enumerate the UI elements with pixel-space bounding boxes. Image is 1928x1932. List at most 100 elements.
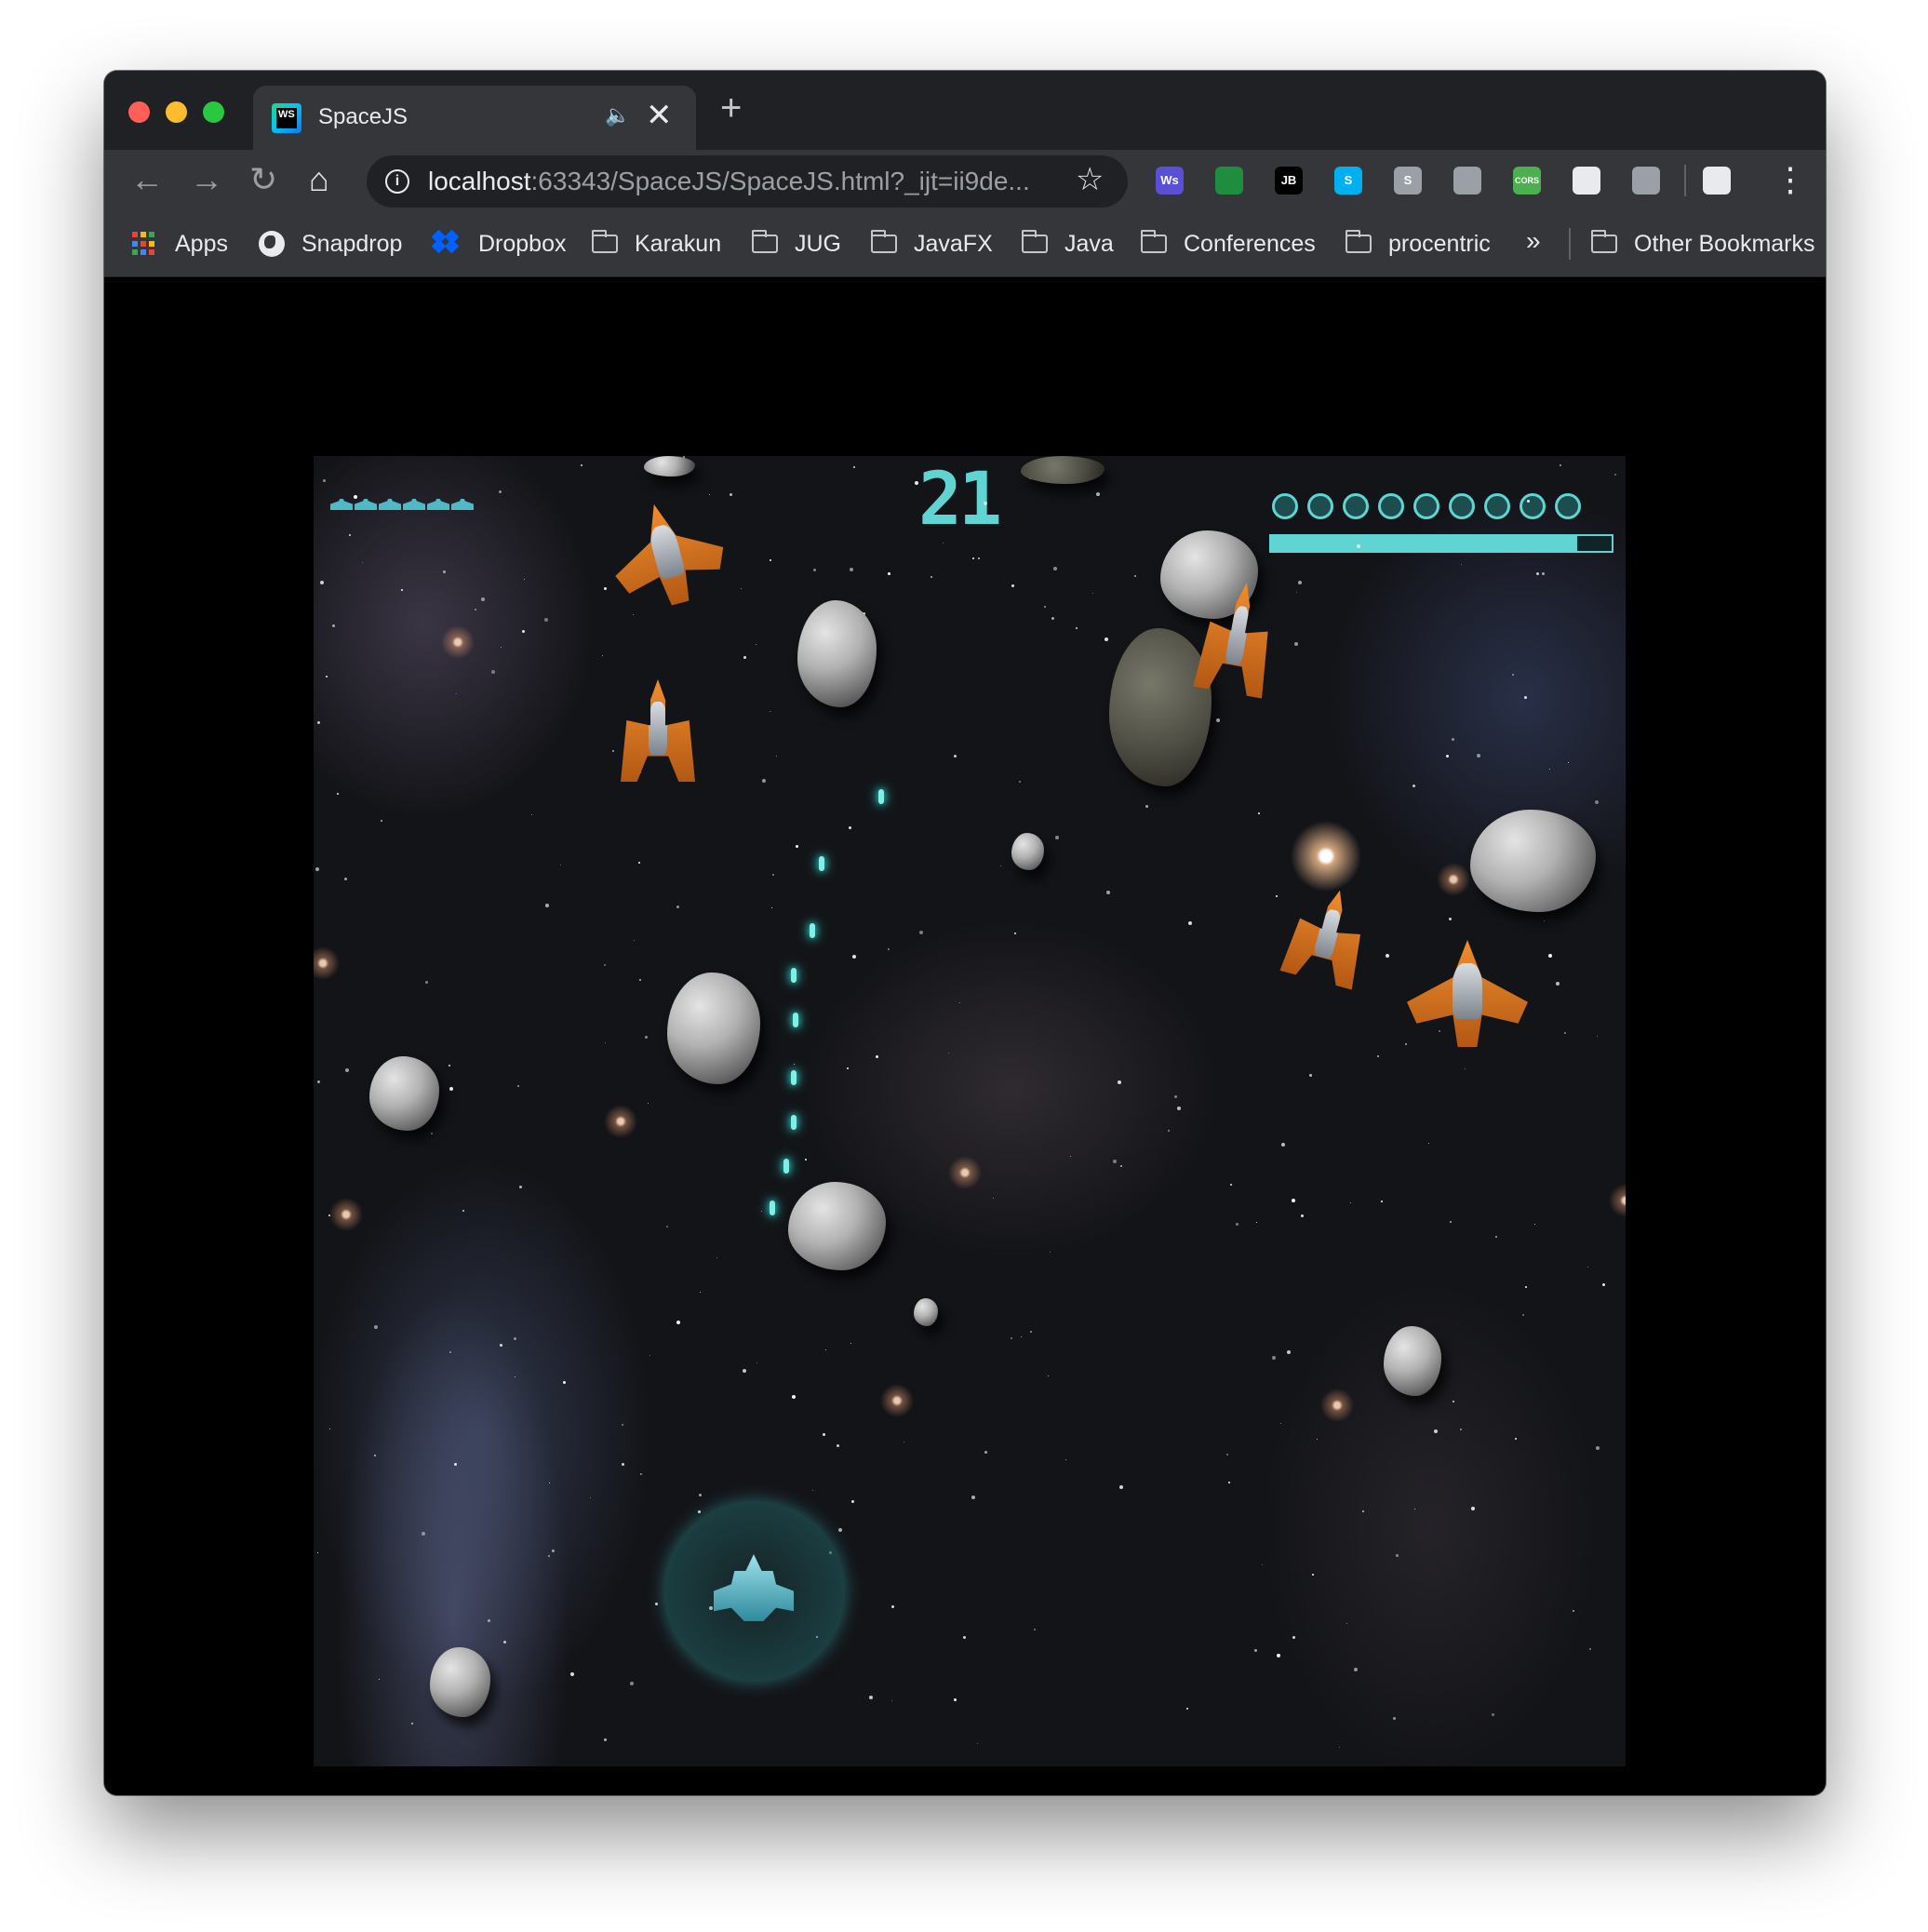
folder-icon: [1141, 230, 1167, 253]
jetbrains-extension-icon[interactable]: JB: [1275, 167, 1303, 195]
window-maximize-button[interactable]: [203, 101, 224, 123]
background-star: [323, 479, 326, 482]
background-star: [1106, 891, 1110, 894]
background-star: [741, 588, 742, 589]
background-star: [1525, 1286, 1527, 1288]
background-star: [519, 1186, 522, 1188]
background-star: [825, 1349, 826, 1350]
background-star: [456, 693, 457, 694]
background-star: [853, 466, 855, 468]
background-star: [954, 755, 957, 758]
shield-pip: [1413, 493, 1439, 519]
window-close-button[interactable]: [128, 101, 150, 123]
shield-extension-icon[interactable]: [1453, 167, 1481, 195]
folder-icon: [1346, 230, 1372, 253]
background-star: [959, 1002, 960, 1003]
background-star: [972, 557, 974, 559]
bookmark-javafx[interactable]: JavaFX: [871, 228, 993, 260]
bookmark-jug[interactable]: JUG: [752, 228, 841, 260]
background-star: [552, 1550, 555, 1552]
background-star: [1465, 1068, 1466, 1069]
background-star: [1292, 1199, 1295, 1202]
background-star: [422, 1532, 425, 1536]
background-star: [1560, 464, 1561, 466]
background-star: [1495, 1236, 1497, 1238]
bookmark-dropbox[interactable]: Dropbox: [431, 228, 567, 260]
background-star: [604, 587, 607, 590]
background-star: [499, 490, 502, 493]
asteroid: [369, 1056, 439, 1131]
background-star: [401, 589, 403, 591]
background-star: [315, 867, 319, 871]
address-bar[interactable]: i localhost:63343/SpaceJS/SpaceJS.html?_…: [367, 155, 1128, 208]
other-bookmarks[interactable]: Other Bookmarks: [1591, 228, 1815, 260]
ws-extension-icon[interactable]: Ws: [1156, 167, 1184, 195]
background-star: [454, 1463, 457, 1466]
site-info-icon[interactable]: i: [385, 169, 409, 194]
background-star: [1413, 785, 1415, 787]
background-star: [772, 874, 774, 876]
cors-extension-icon[interactable]: CORS: [1513, 167, 1541, 195]
toolbar-separator: [1684, 165, 1686, 196]
background-star: [666, 1226, 668, 1228]
bright-star-icon: [1289, 819, 1363, 893]
background-star: [1216, 718, 1220, 722]
background-star: [1346, 1623, 1347, 1624]
score-display: 21: [918, 458, 1002, 542]
bookmark-apps[interactable]: Apps: [132, 228, 228, 260]
record-extension-icon[interactable]: [1573, 167, 1600, 195]
background-star: [1076, 627, 1078, 629]
background-star: [1014, 932, 1016, 934]
tab-close-icon[interactable]: ✕: [646, 97, 673, 134]
bookmark-karakun[interactable]: Karakun: [592, 228, 721, 260]
background-star: [1587, 1267, 1588, 1268]
home-button[interactable]: ⌂: [309, 159, 329, 200]
bookmark-conferences[interactable]: Conferences: [1141, 228, 1316, 260]
bookmark-java[interactable]: Java: [1022, 228, 1114, 260]
browser-menu-icon[interactable]: ⋮: [1774, 161, 1807, 198]
life-ship-icon: [355, 495, 377, 510]
skype-extension-icon[interactable]: S: [1334, 167, 1362, 195]
camera-extension-icon[interactable]: [1632, 167, 1660, 195]
bookmark-snapdrop[interactable]: Snapdrop: [259, 228, 402, 260]
folder-icon: [592, 230, 618, 253]
bookmark-procentric[interactable]: procentric: [1346, 228, 1491, 260]
background-star: [1105, 637, 1108, 641]
url-text[interactable]: localhost:63343/SpaceJS/SpaceJS.html?_ij…: [428, 167, 1030, 196]
background-star: [796, 845, 798, 848]
background-star: [1050, 1252, 1051, 1253]
asteroid: [1011, 833, 1044, 870]
new-tab-button[interactable]: +: [720, 89, 742, 127]
background-star: [374, 1325, 378, 1329]
speaker-icon[interactable]: 🔈: [605, 103, 630, 127]
window-minimize-button[interactable]: [166, 101, 187, 123]
background-star: [984, 502, 987, 505]
background-star: [648, 1103, 649, 1104]
background-star: [1446, 755, 1449, 758]
background-star: [1450, 1221, 1452, 1223]
bookmarks-overflow-icon[interactable]: »: [1526, 226, 1541, 256]
back-button[interactable]: ←: [130, 159, 164, 200]
background-star: [545, 904, 549, 907]
background-star: [1556, 982, 1560, 986]
game-canvas[interactable]: 21: [314, 456, 1626, 1766]
background-star: [354, 495, 357, 499]
background-star: [1113, 1160, 1117, 1163]
reload-button[interactable]: ↻: [249, 159, 277, 200]
background-star: [1034, 1629, 1036, 1630]
background-star: [431, 1133, 433, 1134]
background-star: [1188, 921, 1192, 925]
background-star: [1573, 1610, 1574, 1612]
background-star: [700, 1292, 701, 1293]
background-star: [743, 656, 746, 659]
background-star: [1396, 1554, 1399, 1557]
star-flare-icon: [878, 1382, 916, 1419]
forward-button[interactable]: →: [190, 159, 223, 200]
bookmark-star-icon[interactable]: ☆: [1076, 161, 1104, 198]
s-extension-icon[interactable]: S: [1394, 167, 1422, 195]
background-star: [1596, 1446, 1600, 1450]
profile-extension-icon[interactable]: [1703, 167, 1731, 195]
background-star: [756, 1362, 757, 1363]
tab-spacejs[interactable]: SpaceJS 🔈 ✕: [253, 86, 696, 150]
screenshot-extension-icon[interactable]: [1215, 167, 1243, 195]
